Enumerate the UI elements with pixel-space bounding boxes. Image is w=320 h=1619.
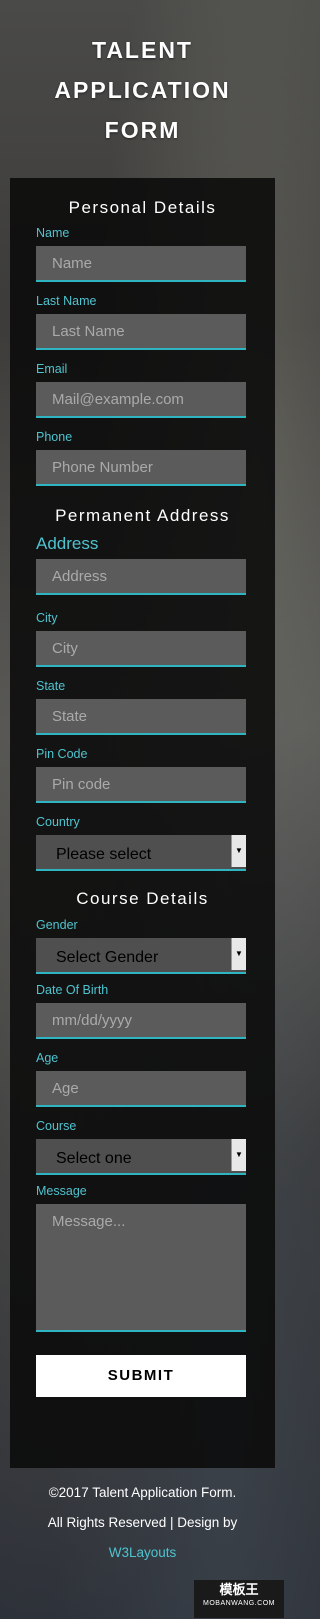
age-input[interactable]: Age xyxy=(36,1071,246,1107)
dob-label: Date Of Birth xyxy=(36,983,109,997)
course-select-value: Select one xyxy=(56,1150,132,1167)
footer-copyright: ©2017 Talent Application Form. xyxy=(48,1485,237,1500)
phone-label: Phone xyxy=(36,430,73,444)
permanent-address-heading: Permanent Address xyxy=(55,506,230,525)
submit-button[interactable]: SUBMIT xyxy=(36,1355,246,1397)
course-details-heading: Course Details xyxy=(76,889,209,908)
watermark-text: 模板王 xyxy=(219,1582,259,1597)
name-label: Name xyxy=(36,226,70,240)
gender-select-value: Select Gender xyxy=(56,949,159,966)
phone-input[interactable]: Phone Number xyxy=(36,450,246,486)
country-select-value: Please select xyxy=(56,846,152,863)
pin-code-input[interactable]: Pin code xyxy=(36,767,246,803)
watermark-logo: 模板王 MOBANWANG.COM xyxy=(194,1580,284,1618)
address-input[interactable]: Address xyxy=(36,559,246,595)
title-line-2: APPLICATION xyxy=(54,77,231,103)
email-label: Email xyxy=(36,362,68,376)
city-input[interactable]: City xyxy=(36,631,246,667)
dropdown-arrow-icon[interactable]: ▼ xyxy=(231,1139,246,1171)
age-label: Age xyxy=(36,1051,59,1065)
country-select[interactable]: Please select ▼ xyxy=(36,835,246,871)
gender-select[interactable]: Select Gender ▼ xyxy=(36,938,246,974)
country-label: Country xyxy=(36,815,80,829)
title-line-3: FORM xyxy=(104,117,181,143)
message-label: Message xyxy=(36,1184,87,1198)
footer-designer-link[interactable]: W3Layouts xyxy=(0,1545,285,1560)
dropdown-arrow-icon[interactable]: ▼ xyxy=(231,938,246,970)
last-name-label: Last Name xyxy=(36,294,97,308)
course-select[interactable]: Select one ▼ xyxy=(36,1139,246,1175)
title-line-1: TALENT xyxy=(91,37,193,63)
state-label: State xyxy=(36,679,66,693)
address-label: Address xyxy=(36,534,99,553)
page-title: TALENT APPLICATION FORM xyxy=(0,30,285,150)
pin-code-label: Pin Code xyxy=(36,747,88,761)
watermark-sub: MOBANWANG.COM xyxy=(203,1600,275,1607)
last-name-input[interactable]: Last Name xyxy=(36,314,246,350)
city-label: City xyxy=(36,611,58,625)
gender-label: Gender xyxy=(36,918,78,932)
email-input[interactable]: Mail@example.com xyxy=(36,382,246,418)
dropdown-arrow-icon[interactable]: ▼ xyxy=(231,835,246,867)
name-input[interactable]: Name xyxy=(36,246,246,282)
footer-rights: All Rights Reserved | Design by xyxy=(47,1515,238,1530)
course-label: Course xyxy=(36,1119,77,1133)
dob-input[interactable]: mm/dd/yyyy xyxy=(36,1003,246,1039)
state-input[interactable]: State xyxy=(36,699,246,735)
form-panel: Personal Details Name Name Last Name Las… xyxy=(10,178,275,1468)
message-textarea[interactable]: Message... xyxy=(36,1204,246,1332)
personal-details-heading: Personal Details xyxy=(68,198,217,217)
